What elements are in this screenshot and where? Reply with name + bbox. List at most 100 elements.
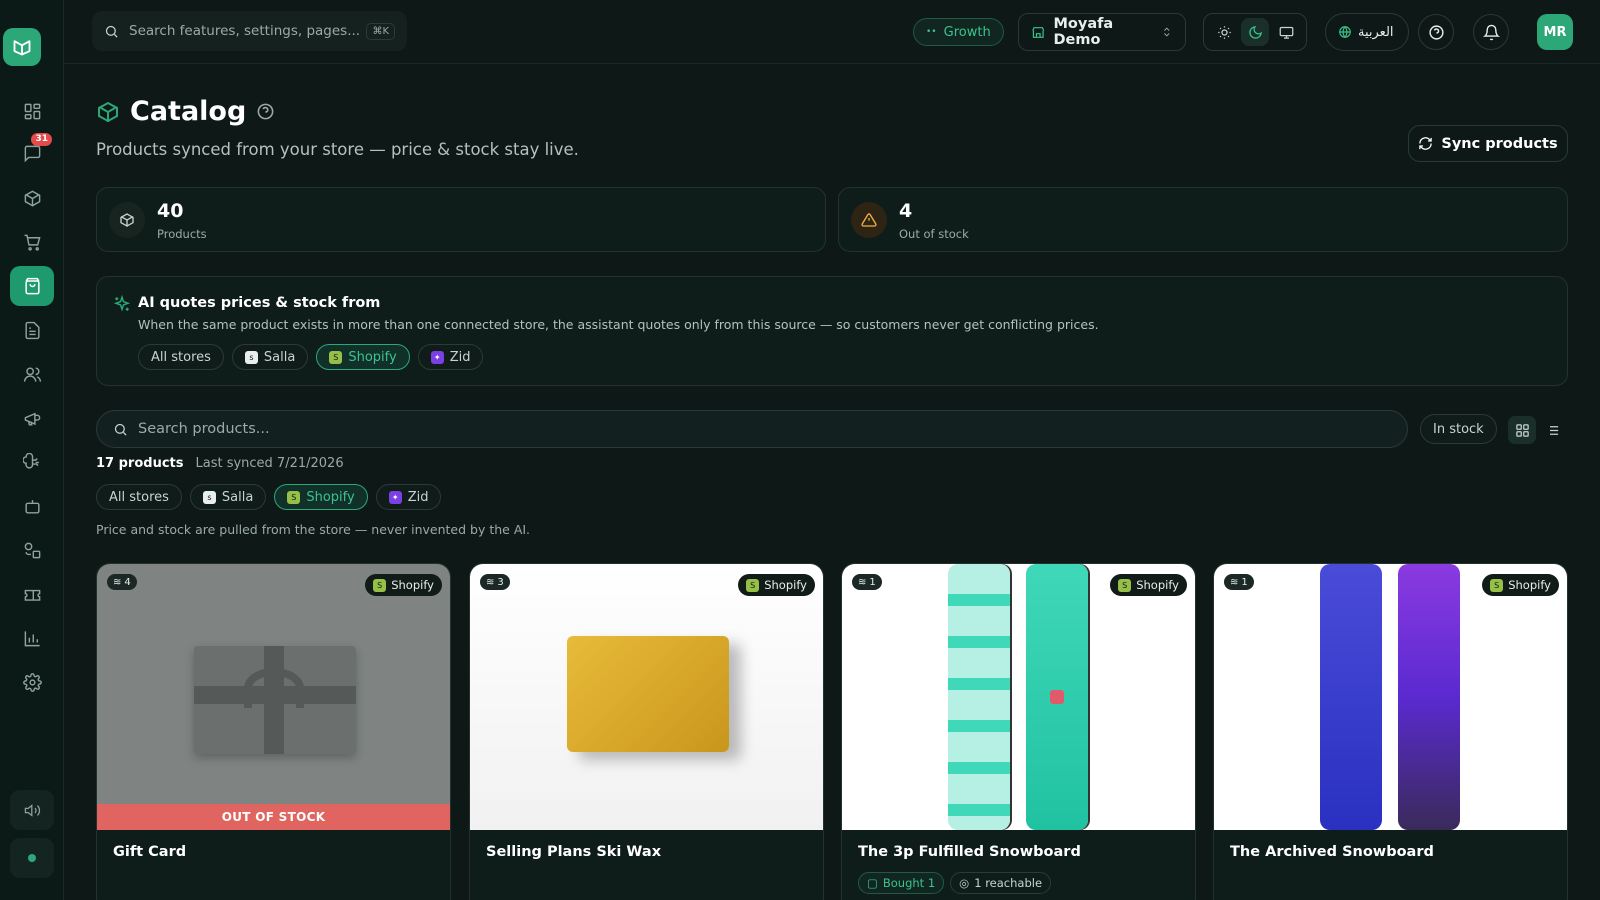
- sync-products-button[interactable]: Sync products: [1408, 125, 1568, 162]
- grid-icon: [24, 103, 40, 119]
- stat-products-label: Products: [157, 227, 207, 241]
- box-icon: [24, 190, 40, 206]
- sidebar-item-products[interactable]: [10, 178, 54, 218]
- notifications-button[interactable]: [1473, 14, 1509, 50]
- ai-source-all-stores[interactable]: All stores: [138, 344, 224, 370]
- sidebar-sound-toggle[interactable]: [10, 790, 54, 830]
- layers-icon: ≋: [1230, 576, 1239, 588]
- sidebar-item-cart[interactable]: [10, 222, 54, 262]
- source-label: Shopify: [764, 578, 807, 592]
- light-theme-button[interactable]: [1210, 18, 1238, 46]
- help-circle-icon[interactable]: [256, 102, 275, 121]
- source-badge: S Shopify: [738, 574, 815, 596]
- chip-label: Shopify: [348, 349, 397, 365]
- sidebar-item-automation[interactable]: [10, 442, 54, 482]
- grid-view-button[interactable]: [1508, 416, 1536, 444]
- store-filter-all[interactable]: All stores: [96, 484, 182, 510]
- layers-icon: ≋: [486, 576, 495, 588]
- variant-count-value: 1: [1241, 576, 1248, 588]
- chip-label: All stores: [151, 349, 211, 365]
- variant-count: ≋ 1: [852, 574, 882, 590]
- shopify-icon: S: [746, 578, 760, 592]
- chevron-updown-icon: [1164, 27, 1170, 37]
- sidebar-item-bots[interactable]: [10, 486, 54, 526]
- product-card[interactable]: ≋ 3 S Shopify Selling Plans Ski Wax: [469, 563, 824, 900]
- gift-card-illustration: [194, 646, 356, 754]
- list-view-button[interactable]: [1538, 416, 1566, 444]
- sidebar-item-inbox[interactable]: 31: [10, 133, 54, 173]
- sidebar-item-customers[interactable]: [10, 354, 54, 394]
- bar-chart-icon: [24, 630, 40, 646]
- reachable-label: 1 reachable: [974, 876, 1043, 890]
- list-icon: [1546, 425, 1558, 435]
- sidebar-item-campaigns[interactable]: [10, 398, 54, 438]
- product-name: The 3p Fulfilled Snowboard: [858, 844, 1081, 860]
- store-selector[interactable]: Moyafa Demo: [1018, 13, 1186, 51]
- zid-icon: ✦: [388, 490, 402, 504]
- system-theme-button[interactable]: [1272, 18, 1300, 46]
- global-search[interactable]: Search features, settings, pages... ⌘K: [92, 11, 407, 51]
- store-icon: [1032, 26, 1045, 38]
- sidebar-item-documents[interactable]: [10, 310, 54, 350]
- chip-label: Zid: [407, 489, 429, 505]
- app-logo[interactable]: [3, 28, 41, 66]
- search-shortcut: ⌘K: [366, 22, 395, 40]
- shapes-icon: [24, 542, 40, 558]
- in-stock-filter[interactable]: In stock: [1420, 414, 1497, 444]
- ski-wax-illustration: [567, 636, 729, 752]
- stat-out-of-stock-value: 4: [899, 200, 913, 222]
- sidebar-item-analytics[interactable]: [10, 618, 54, 658]
- product-card[interactable]: ≋ 1 S Shopify The 3p Fulfilled Snowboard ▢…: [841, 563, 1196, 900]
- gear-icon: [22, 672, 42, 692]
- source-badge: S Shopify: [365, 574, 442, 596]
- product-name: Gift Card: [113, 844, 187, 860]
- sidebar-item-settings[interactable]: [10, 662, 54, 702]
- search-icon: [114, 423, 127, 436]
- brain-icon: [22, 452, 39, 469]
- product-image: [1214, 564, 1567, 830]
- help-circle-icon: [1428, 24, 1444, 40]
- snowboard-illustration: [1026, 564, 1088, 830]
- product-search-input[interactable]: Search products...: [96, 410, 1408, 448]
- store-filter-shopify[interactable]: S Shopify: [274, 484, 368, 510]
- bag-icon: ▢: [867, 876, 878, 890]
- user-avatar[interactable]: MR: [1537, 14, 1573, 50]
- sidebar-item-billing[interactable]: [10, 574, 54, 614]
- ai-source-salla[interactable]: s Salla: [231, 344, 309, 370]
- sidebar-item-dashboard[interactable]: [10, 91, 54, 131]
- last-synced: Last synced 7/21/2026: [195, 456, 344, 471]
- chip-label: Zid: [449, 349, 471, 365]
- product-card[interactable]: OUT OF STOCK ≋ 4 S Shopify Gift Card: [96, 563, 451, 900]
- stat-products: 40 Products: [96, 187, 826, 252]
- out-of-stock-banner: OUT OF STOCK: [97, 804, 450, 830]
- product-card[interactable]: ≋ 1 S Shopify The Archived Snowboard: [1213, 563, 1568, 900]
- dark-theme-button[interactable]: [1241, 18, 1269, 46]
- refresh-icon: [1419, 137, 1433, 150]
- shopify-icon: S: [1490, 578, 1504, 592]
- language-selector[interactable]: العربية: [1325, 13, 1409, 51]
- plan-badge[interactable]: •• Growth: [913, 18, 1004, 46]
- source-label: Shopify: [1136, 578, 1179, 592]
- sidebar-item-integrations[interactable]: [10, 530, 54, 570]
- ai-source-zid[interactable]: ✦ Zid: [417, 344, 484, 370]
- ai-source-shopify[interactable]: S Shopify: [316, 344, 410, 370]
- bought-label: Bought 1: [882, 876, 936, 890]
- bot-icon: [24, 499, 40, 514]
- moon-icon: [1248, 25, 1262, 39]
- store-filter-salla[interactable]: s Salla: [189, 484, 267, 510]
- zid-icon: ✦: [430, 350, 444, 364]
- help-button[interactable]: [1418, 14, 1454, 50]
- chat-icon: [24, 145, 40, 162]
- product-image: [842, 564, 1195, 830]
- document-icon: [24, 321, 40, 339]
- sidebar-item-catalog[interactable]: [10, 266, 54, 306]
- layers-icon: ≋: [113, 576, 122, 588]
- ai-price-note: Price and stock are pulled from the stor…: [96, 522, 531, 537]
- variant-count: ≋ 3: [480, 574, 510, 590]
- sun-icon: [1217, 25, 1231, 39]
- product-image: OUT OF STOCK: [97, 564, 450, 830]
- page-subtitle: Products synced from your store — price …: [96, 140, 579, 159]
- layers-icon: ≋: [858, 576, 867, 588]
- store-filter-zid[interactable]: ✦ Zid: [375, 484, 442, 510]
- sidebar-status-indicator[interactable]: [10, 838, 54, 878]
